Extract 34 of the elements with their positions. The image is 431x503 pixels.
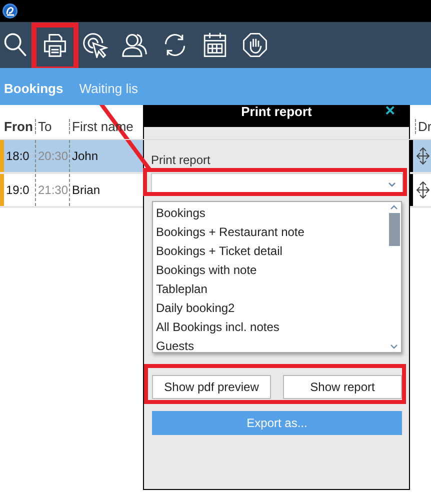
chevron-down-icon	[388, 182, 396, 186]
cursor-icon[interactable]	[82, 32, 108, 58]
list-option[interactable]: All Bookings incl. notes	[156, 318, 387, 337]
list-option[interactable]: Guests	[156, 337, 387, 356]
table-cell-text: 19:0	[5, 182, 30, 199]
list-option[interactable]: Bookings	[156, 204, 387, 223]
scroll-down-icon[interactable]	[390, 344, 398, 349]
table-cell: 21:30	[35, 174, 69, 206]
move-icon[interactable]	[416, 147, 430, 165]
dialog-title: Print report	[241, 104, 312, 119]
list-option[interactable]: Daily booking2	[156, 299, 387, 318]
column-header: Fron	[3, 119, 34, 134]
people-icon[interactable]	[122, 32, 148, 58]
scroll-thumb[interactable]	[388, 213, 400, 246]
scrollbar[interactable]	[387, 202, 401, 352]
table-cell-text: 18:0	[5, 148, 30, 165]
scroll-up-icon[interactable]	[390, 205, 398, 210]
report-button[interactable]: Show report	[283, 375, 402, 399]
list-option[interactable]: Tableplan	[156, 280, 387, 299]
close-button[interactable]: ×	[385, 102, 395, 120]
list-option[interactable]: Bookings + Restaurant note	[156, 223, 387, 242]
calendar-icon[interactable]	[202, 32, 228, 58]
printer-icon[interactable]	[42, 32, 68, 58]
logo-icon	[2, 3, 18, 19]
move-icon[interactable]	[416, 181, 430, 199]
report-button[interactable]: Show pdf preview	[152, 375, 271, 399]
stop-hand-icon[interactable]	[242, 32, 268, 58]
table-cell: 20:30	[35, 140, 69, 172]
field-label: Print report	[151, 153, 212, 169]
refresh-icon[interactable]	[162, 32, 188, 58]
list-option[interactable]: Bookings with note	[156, 261, 387, 280]
search-icon[interactable]	[2, 32, 28, 58]
column-header: To	[35, 119, 69, 134]
list-option[interactable]: Bookings + Ticket detail	[156, 242, 387, 261]
